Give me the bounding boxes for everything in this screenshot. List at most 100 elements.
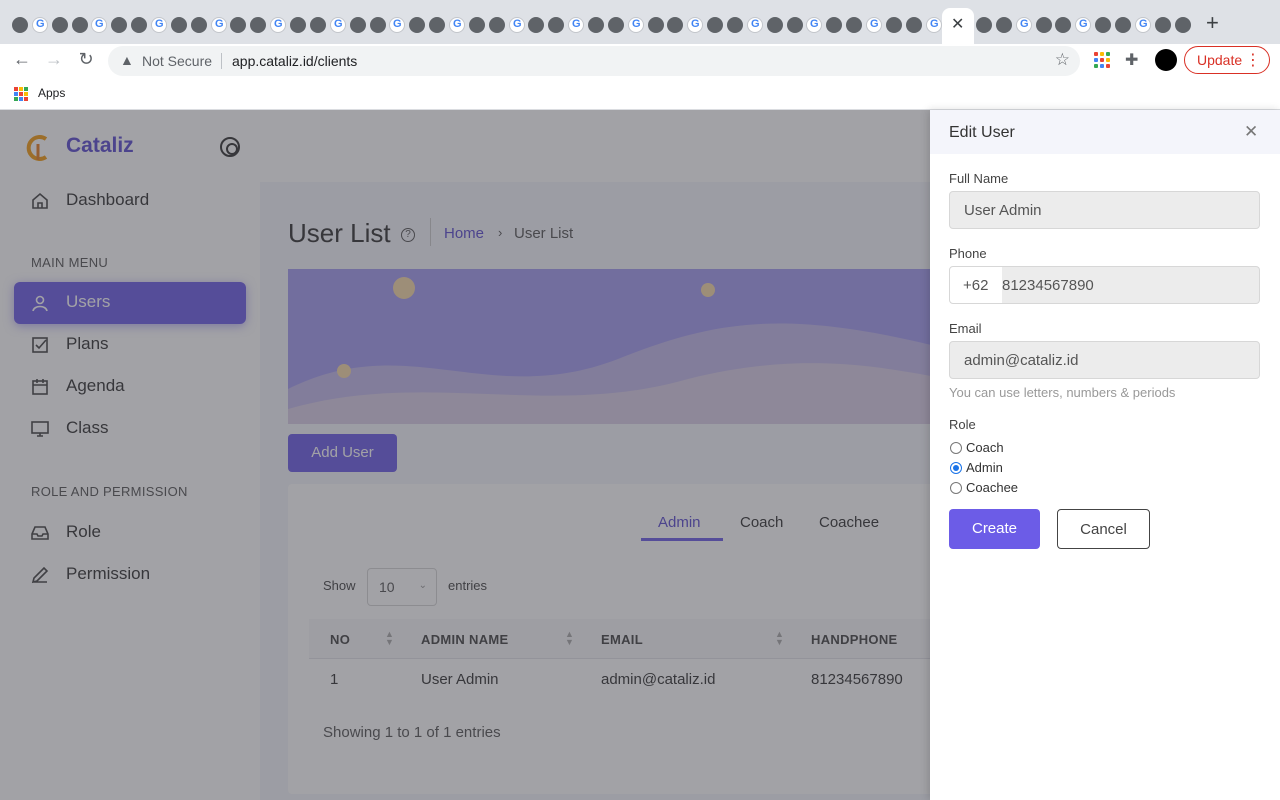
reload-icon[interactable]: ↻ bbox=[74, 49, 98, 70]
bookmark-apps[interactable]: Apps bbox=[38, 86, 65, 100]
full-name-label: Full Name bbox=[949, 171, 1009, 186]
tab-favicon[interactable] bbox=[926, 17, 942, 33]
address-bar[interactable]: ▲ Not Secure app.cataliz.id/clients ☆ bbox=[108, 46, 1080, 76]
edit-user-drawer: Edit User ✕ Full Name User Admin Phone +… bbox=[930, 110, 1280, 800]
tab-favicon[interactable] bbox=[151, 17, 167, 33]
tab-favicon[interactable] bbox=[806, 17, 822, 33]
tab-favicon[interactable] bbox=[568, 17, 584, 33]
bookmark-star-icon[interactable]: ☆ bbox=[1055, 50, 1070, 70]
browser-toolbar: ← → ↻ ▲ Not Secure app.cataliz.id/client… bbox=[0, 44, 1280, 78]
cancel-button[interactable]: Cancel bbox=[1057, 509, 1150, 549]
tab-favicon[interactable] bbox=[588, 17, 604, 33]
tab-favicon[interactable] bbox=[111, 17, 127, 33]
tab-favicon[interactable] bbox=[1175, 17, 1191, 33]
tab-favicon[interactable] bbox=[826, 17, 842, 33]
tab-favicon[interactable] bbox=[628, 17, 644, 33]
tab-favicon[interactable] bbox=[846, 17, 862, 33]
close-icon[interactable]: ✕ bbox=[1244, 122, 1258, 142]
tab-favicon[interactable] bbox=[866, 17, 882, 33]
browser-tab-strip: ✕ + bbox=[0, 0, 1280, 44]
tab-favicon[interactable] bbox=[449, 17, 465, 33]
tab-favicon[interactable] bbox=[131, 17, 147, 33]
email-field[interactable]: admin@cataliz.id bbox=[949, 341, 1260, 379]
bookmarks-bar: Apps bbox=[0, 78, 1280, 110]
tab-favicon[interactable] bbox=[906, 17, 922, 33]
omnibox-divider bbox=[221, 53, 222, 69]
tab-favicon[interactable] bbox=[230, 17, 246, 33]
role-label: Role bbox=[949, 417, 976, 432]
tab-favicon[interactable] bbox=[72, 17, 88, 33]
apps-grid-icon bbox=[14, 87, 28, 101]
tab-favicon[interactable] bbox=[528, 17, 544, 33]
tab-favicon[interactable] bbox=[767, 17, 783, 33]
tab-favicon[interactable] bbox=[996, 17, 1012, 33]
tab-favicon[interactable] bbox=[548, 17, 564, 33]
tab-favicon[interactable] bbox=[509, 17, 525, 33]
tab-favicon[interactable] bbox=[1075, 17, 1091, 33]
phone-field[interactable]: 81234567890 bbox=[1002, 266, 1260, 304]
tab-favicon[interactable] bbox=[1115, 17, 1131, 33]
profile-avatar[interactable] bbox=[1155, 49, 1177, 71]
radio-button[interactable] bbox=[950, 482, 962, 494]
tab-favicon[interactable] bbox=[32, 17, 48, 33]
tab-favicon[interactable] bbox=[727, 17, 743, 33]
back-icon[interactable]: ← bbox=[10, 49, 34, 70]
forward-icon[interactable]: → bbox=[42, 49, 66, 70]
full-name-field[interactable]: User Admin bbox=[949, 191, 1260, 229]
tab-favicon[interactable] bbox=[1036, 17, 1052, 33]
tab-favicon[interactable] bbox=[886, 17, 902, 33]
close-tab-icon[interactable]: ✕ bbox=[951, 14, 964, 34]
create-button[interactable]: Create bbox=[949, 509, 1040, 549]
tab-favicon[interactable] bbox=[667, 17, 683, 33]
tab-favicon[interactable] bbox=[469, 17, 485, 33]
tab-favicon[interactable] bbox=[191, 17, 207, 33]
tab-favicon[interactable] bbox=[52, 17, 68, 33]
tab-favicon[interactable] bbox=[91, 17, 107, 33]
google-apps-icon[interactable] bbox=[1094, 52, 1110, 68]
radio-label: Coachee bbox=[966, 480, 1019, 495]
menu-dots-icon: ⋮ bbox=[1245, 52, 1261, 69]
tab-favicon[interactable] bbox=[211, 17, 227, 33]
warning-icon: ▲ bbox=[120, 52, 134, 68]
tab-favicon[interactable] bbox=[409, 17, 425, 33]
extensions-icon[interactable]: ✚ bbox=[1125, 50, 1138, 70]
update-button[interactable]: Update ⋮ bbox=[1184, 46, 1270, 74]
email-hint: You can use letters, numbers & periods bbox=[949, 385, 1176, 400]
tab-favicon[interactable] bbox=[429, 17, 445, 33]
tab-favicon[interactable] bbox=[648, 17, 664, 33]
tab-favicon[interactable] bbox=[389, 17, 405, 33]
tab-favicon[interactable] bbox=[707, 17, 723, 33]
tab-favicon[interactable] bbox=[350, 17, 366, 33]
tab-favicon[interactable] bbox=[976, 17, 992, 33]
email-label: Email bbox=[949, 321, 982, 336]
update-label: Update bbox=[1197, 52, 1243, 68]
phone-prefix: +62 bbox=[949, 266, 1003, 304]
tab-favicon[interactable] bbox=[1055, 17, 1071, 33]
tab-favicon[interactable] bbox=[310, 17, 326, 33]
url-text[interactable]: app.cataliz.id/clients bbox=[232, 53, 357, 69]
new-tab-button[interactable]: + bbox=[1206, 10, 1219, 36]
tab-favicon[interactable] bbox=[1016, 17, 1032, 33]
tab-favicon[interactable] bbox=[171, 17, 187, 33]
radio-button[interactable] bbox=[950, 442, 962, 454]
tab-favicon[interactable] bbox=[370, 17, 386, 33]
tab-favicon[interactable] bbox=[787, 17, 803, 33]
radio-label: Coach bbox=[966, 440, 1004, 455]
tab-favicon[interactable] bbox=[1095, 17, 1111, 33]
tab-favicon[interactable] bbox=[290, 17, 306, 33]
tab-favicon[interactable] bbox=[250, 17, 266, 33]
tab-favicon[interactable] bbox=[747, 17, 763, 33]
radio-button[interactable] bbox=[950, 462, 962, 474]
tab-favicon[interactable] bbox=[330, 17, 346, 33]
tab-favicon[interactable] bbox=[12, 17, 28, 33]
modal-backdrop[interactable] bbox=[0, 110, 930, 800]
tab-favicon[interactable] bbox=[608, 17, 624, 33]
security-label: Not Secure bbox=[142, 53, 213, 69]
tab-favicon[interactable] bbox=[1135, 17, 1151, 33]
tab-favicon[interactable] bbox=[687, 17, 703, 33]
tab-favicon[interactable] bbox=[489, 17, 505, 33]
tab-favicon[interactable] bbox=[270, 17, 286, 33]
tab-favicon[interactable] bbox=[1155, 17, 1171, 33]
drawer-header: Edit User ✕ bbox=[930, 110, 1280, 154]
drawer-title: Edit User bbox=[949, 124, 1015, 141]
